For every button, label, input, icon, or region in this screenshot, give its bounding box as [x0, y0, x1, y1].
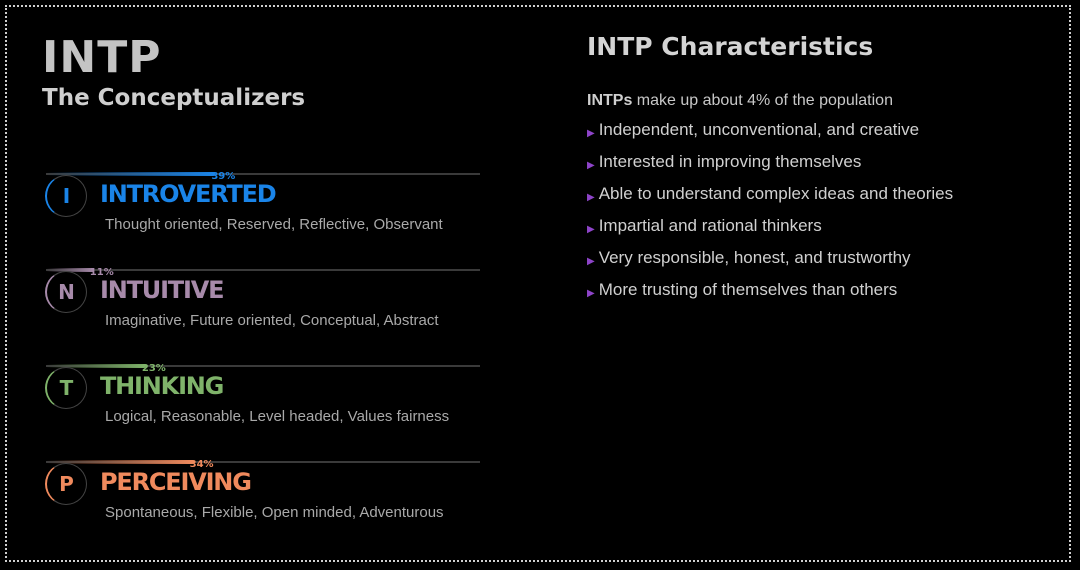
trait-label: INTUITIVE: [100, 276, 224, 304]
trait-letter-badge: N: [45, 271, 87, 313]
trait-thinking: 23% T THINKING Logical, Reasonable, Leve…: [42, 350, 482, 440]
trait-bar-track: 23%: [46, 363, 480, 374]
list-item: ▶ Independent, unconventional, and creati…: [587, 120, 1057, 152]
trait-description: Logical, Reasonable, Level headed, Value…: [105, 408, 450, 425]
characteristics-title: INTP Characteristics: [587, 32, 874, 61]
triangle-bullet-icon: ▶: [587, 128, 595, 139]
list-item: ▶ Impartial and rational thinkers: [587, 216, 1057, 248]
triangle-bullet-icon: ▶: [587, 224, 595, 235]
list-item: ▶ Very responsible, honest, and trustwort…: [587, 248, 1057, 280]
triangle-bullet-icon: ▶: [587, 192, 595, 203]
trait-bar-track: 11%: [46, 267, 480, 278]
list-item-text: Impartial and rational thinkers: [598, 216, 822, 235]
trait-letter-badge: P: [45, 463, 87, 505]
list-item: ▶ Interested in improving themselves: [587, 152, 1057, 184]
triangle-bullet-icon: ▶: [587, 288, 595, 299]
trait-introverted: 39% I INTROVERTED Thought oriented, Rese…: [42, 158, 482, 248]
list-item-text: Able to understand complex ideas and the…: [598, 184, 954, 203]
population-text: INTPs make up about 4% of the population: [587, 92, 1057, 110]
list-item-text: Very responsible, honest, and trustworth…: [598, 248, 911, 267]
list-item: ▶ Able to understand complex ideas and th…: [587, 184, 1057, 216]
trait-label: PERCEIVING: [100, 468, 252, 496]
trait-description: Spontaneous, Flexible, Open minded, Adve…: [105, 504, 444, 521]
trait-description: Thought oriented, Reserved, Reflective, …: [105, 216, 443, 233]
triangle-bullet-icon: ▶: [587, 256, 595, 267]
triangle-bullet-icon: ▶: [587, 160, 595, 171]
list-item-text: Interested in improving themselves: [598, 152, 862, 171]
trait-label: INTROVERTED: [100, 180, 277, 208]
list-item: ▶ More trusting of themselves than others: [587, 280, 1057, 312]
type-panel: INTP The Conceptualizers 39% I INTROVERT…: [42, 32, 482, 521]
trait-perceiving: 34% P PERCEIVING Spontaneous, Flexible, …: [42, 446, 482, 536]
characteristics-list: ▶ Independent, unconventional, and creati…: [587, 120, 1057, 312]
trait-description: Imaginative, Future oriented, Conceptual…: [105, 312, 439, 329]
population-type: INTPs: [587, 92, 633, 109]
population-detail: make up about 4% of the population: [632, 92, 893, 109]
characteristics-panel: INTP Characteristics INTPs make up about…: [587, 32, 1057, 312]
list-item-text: More trusting of themselves than others: [598, 280, 898, 299]
trait-bar-track: 34%: [46, 459, 480, 470]
trait-intuitive: 11% N INTUITIVE Imaginative, Future orie…: [42, 254, 482, 344]
type-code: INTP: [42, 32, 162, 83]
type-name: The Conceptualizers: [42, 85, 306, 111]
trait-letter-badge: T: [45, 367, 87, 409]
trait-label: THINKING: [100, 372, 224, 400]
trait-letter-badge: I: [45, 175, 87, 217]
trait-bar-track: 39%: [46, 171, 480, 182]
list-item-text: Independent, unconventional, and creativ…: [598, 120, 920, 139]
